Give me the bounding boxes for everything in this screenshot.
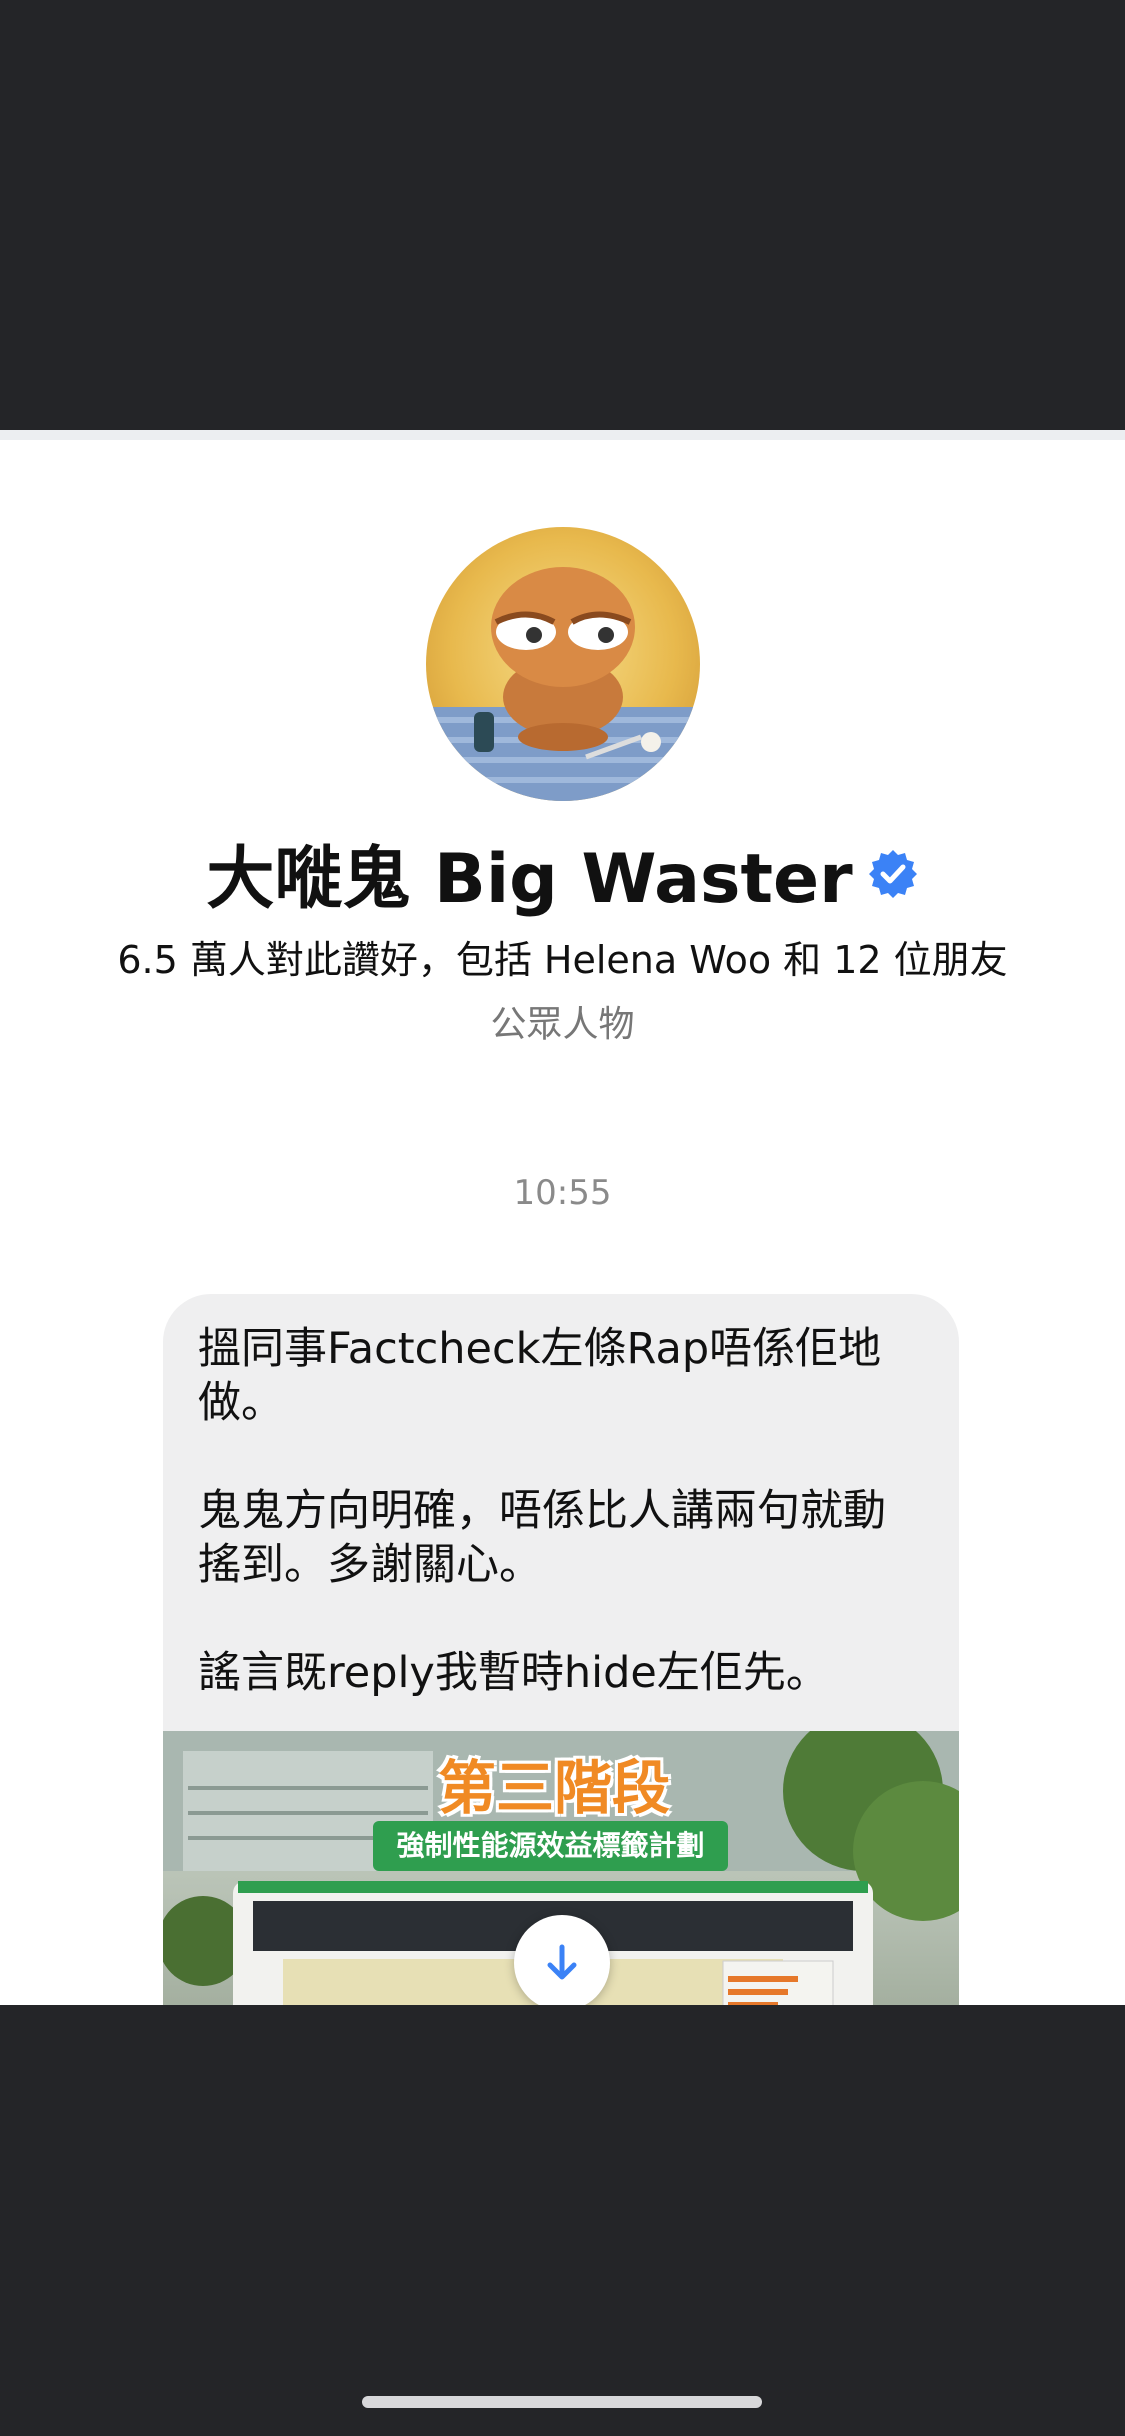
avatar-illustration [426, 567, 700, 801]
messenger-sheet: 大嘥鬼 Big Waster 6.5 萬人對此讚好，包括 Helena Woo … [0, 430, 1125, 2005]
page-title: 大嘥鬼 Big Waster [0, 840, 1125, 920]
top-dark-area [0, 0, 1125, 430]
message-text: 搵同事Factcheck左條Rap唔係佢地做。 鬼鬼方向明確，唔係比人講兩句就動… [198, 1324, 886, 1698]
sheet-divider [0, 430, 1125, 440]
image-subtitle: 強制性能源效益標籤計劃 [373, 1821, 728, 1871]
likes-summary[interactable]: 6.5 萬人對此讚好，包括 Helena Woo 和 12 位朋友 [0, 935, 1125, 985]
scroll-down-button[interactable] [514, 1915, 610, 2011]
image-title: 第三階段 [438, 1754, 671, 1822]
page-name-text: 大嘥鬼 Big Waster [206, 840, 853, 919]
home-indicator[interactable] [362, 2396, 762, 2408]
message-timestamp: 10:55 [513, 1173, 612, 1213]
message-bubble[interactable]: 搵同事Factcheck左條Rap唔係佢地做。 鬼鬼方向明確，唔係比人講兩句就動… [163, 1294, 959, 2005]
page-avatar[interactable] [426, 527, 700, 801]
page-category: 公眾人物 [490, 1004, 635, 1045]
bottom-dark-area [0, 2005, 1125, 2436]
arrow-down-icon [547, 1944, 577, 1980]
verified-badge-icon [867, 838, 919, 918]
